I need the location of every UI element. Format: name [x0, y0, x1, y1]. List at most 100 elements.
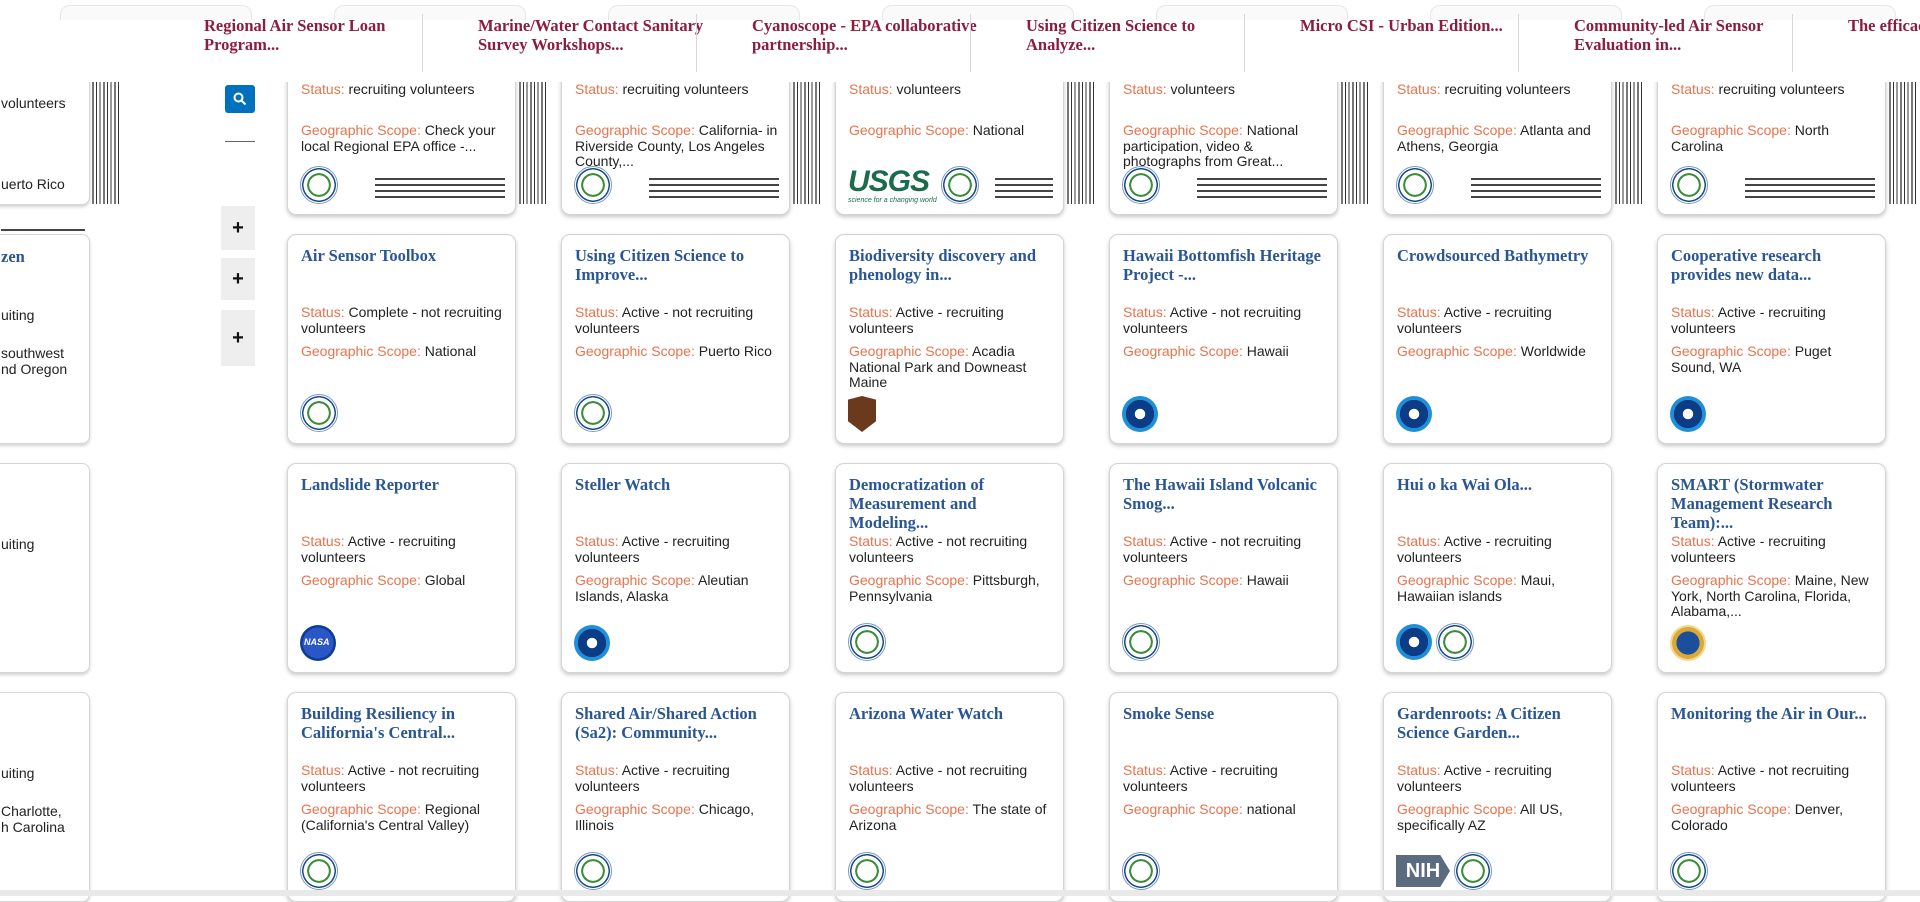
card-title-link[interactable]: Cyanoscope - EPA collaborative partnersh… [752, 16, 982, 54]
logo-stripes [1341, 82, 1369, 204]
project-card[interactable]: Arizona Water Watch Status: Active - not … [835, 692, 1064, 902]
partner-logos [300, 852, 338, 890]
geographic-scope-label: Geographic Scope: [1397, 572, 1521, 588]
card-title[interactable]: zen [1, 247, 25, 267]
geographic-scope-label: Geographic Scope: [1123, 572, 1247, 588]
status-label: Status: [849, 81, 897, 97]
card-title-link[interactable]: Community-led Air Sensor Evaluation in..… [1574, 16, 1804, 54]
card-title-link[interactable]: Landslide Reporter [301, 475, 506, 494]
project-card[interactable]: Monitoring the Air in Our... Status: Acti… [1657, 692, 1886, 902]
geographic-scope-value: Hawaii [1246, 572, 1289, 588]
partner-logos [300, 394, 338, 432]
card-title-link[interactable]: Steller Watch [575, 475, 780, 494]
card-title-link[interactable]: Air Sensor Toolbox [301, 246, 506, 265]
project-card[interactable]: The Hawaii Island Volcanic Smog... Status… [1109, 463, 1338, 673]
status-value: recruiting volunteers [348, 81, 475, 97]
geo-text: uerto Rico [1, 176, 65, 192]
status-label: Status: [301, 533, 348, 549]
geographic-scope-label: Geographic Scope: [849, 122, 973, 138]
card-title-link[interactable]: Marine/Water Contact Sanitary Survey Wor… [478, 16, 708, 54]
project-status: Status: volunteers [849, 81, 1054, 98]
status-label: Status: [1397, 762, 1444, 778]
card[interactable]: zen uiting southwest nd Oregon [0, 234, 90, 444]
card-title-link[interactable]: Smoke Sense [1123, 704, 1328, 723]
geographic-scope: Geographic Scope: Puerto Rico [575, 343, 780, 360]
card-title-link[interactable]: Arizona Water Watch [849, 704, 1054, 723]
status-label: Status: [1123, 304, 1170, 320]
geographic-scope: Geographic Scope: National [301, 343, 506, 360]
expand-filter-button[interactable]: + [221, 206, 255, 250]
card-title-link[interactable]: Hawaii Bottomfish Heritage Project -... [1123, 246, 1328, 284]
status-label: Status: [1671, 533, 1718, 549]
project-card[interactable]: Crowdsourced Bathymetry Status: Active - … [1383, 234, 1612, 444]
status-value: volunteers [896, 81, 962, 97]
project-card[interactable]: Steller Watch Status: Active - recruiting… [561, 463, 790, 673]
logo-stripes [519, 82, 547, 204]
search-button[interactable] [225, 85, 255, 113]
epa-logo-icon [1122, 166, 1160, 204]
card-title-link[interactable]: Building Resiliency in California's Cent… [301, 704, 506, 742]
column-separator [1244, 14, 1245, 72]
column-separator [422, 14, 423, 72]
expand-filter-button[interactable]: + [221, 258, 255, 300]
partner-logos [1670, 625, 1706, 661]
project-card[interactable]: Shared Air/Shared Action (Sa2): Communit… [561, 692, 790, 902]
project-card[interactable]: Cooperative research provides new data..… [1657, 234, 1886, 444]
card-title-link[interactable]: Crowdsourced Bathymetry [1397, 246, 1602, 265]
card-title-link[interactable]: Micro CSI - Urban Edition... [1300, 16, 1530, 35]
geographic-scope-label: Geographic Scope: [1671, 572, 1795, 588]
noaa-logo-icon [1122, 396, 1158, 432]
project-status: Status: Active - not recruiting voluntee… [575, 304, 780, 336]
project-card[interactable]: Landslide Reporter Status: Active - recru… [287, 463, 516, 673]
card[interactable]: uiting Charlotte, h Carolina [0, 692, 90, 902]
card-title-link[interactable]: Monitoring the Air in Our... [1671, 704, 1876, 723]
status-text: volunteers [1, 95, 66, 111]
geographic-scope-value: national [1246, 801, 1296, 817]
geographic-scope: Geographic Scope: national [1123, 801, 1328, 818]
project-card[interactable]: Using Citizen Science to Improve... Statu… [561, 234, 790, 444]
geographic-scope-label: Geographic Scope: [575, 122, 699, 138]
card-title-link[interactable]: Regional Air Sensor Loan Program... [204, 16, 434, 54]
status-text: uiting [1, 307, 35, 323]
project-card[interactable]: Building Resiliency in California's Cent… [287, 692, 516, 902]
column-separator [1792, 14, 1793, 72]
card[interactable]: uiting [0, 463, 90, 673]
card-title-link[interactable]: Shared Air/Shared Action (Sa2): Communit… [575, 704, 780, 742]
card-title-link[interactable]: Hui o ka Wai Ola... [1397, 475, 1602, 494]
card-title-link[interactable]: Gardenroots: A Citizen Science Garden... [1397, 704, 1602, 742]
project-card[interactable]: Biodiversity discovery and phenology in.… [835, 234, 1064, 444]
partner-logos [1670, 852, 1708, 890]
epa-logo-icon [1396, 166, 1434, 204]
project-card[interactable]: Gardenroots: A Citizen Science Garden...… [1383, 692, 1612, 902]
expand-filter-button[interactable]: + [221, 310, 255, 366]
status-label: Status: [301, 81, 349, 97]
plus-icon: + [232, 216, 244, 239]
project-card[interactable]: Air Sensor Toolbox Status: Complete - not… [287, 234, 516, 444]
card-title-link[interactable]: Using Citizen Science to Analyze... [1026, 16, 1256, 54]
card-title-link[interactable]: Democratization of Measurement and Model… [849, 475, 1054, 532]
status-label: Status: [1671, 81, 1719, 97]
card-title-link[interactable]: The Hawaii Island Volcanic Smog... [1123, 475, 1328, 513]
partner-logos [574, 625, 610, 661]
noaa-logo-icon [1670, 396, 1706, 432]
geographic-scope: Geographic Scope: Worldwide [1397, 343, 1602, 360]
project-card[interactable]: Democratization of Measurement and Model… [835, 463, 1064, 673]
card-title-link[interactable]: Biodiversity discovery and phenology in.… [849, 246, 1054, 284]
project-status: Status: Active - not recruiting voluntee… [849, 533, 1054, 565]
project-card[interactable]: Smoke Sense Status: Active - recruiting v… [1109, 692, 1338, 902]
card-title-link[interactable]: The efficacy of science... [1848, 16, 1920, 35]
card-title-link[interactable]: SMART (Stormwater Management Research Te… [1671, 475, 1876, 532]
card-title-link[interactable]: Using Citizen Science to Improve... [575, 246, 780, 284]
project-card[interactable]: Hui o ka Wai Ola... Status: Active - recr… [1383, 463, 1612, 673]
nps-arrowhead-icon [848, 396, 876, 432]
project-status: Status: recruiting volunteers [301, 81, 506, 98]
geographic-scope-label: Geographic Scope: [1123, 343, 1247, 359]
project-status: Status: Active - recruiting volunteers [575, 533, 780, 565]
status-value: volunteers [1170, 81, 1236, 97]
project-card[interactable]: Hawaii Bottomfish Heritage Project -... S… [1109, 234, 1338, 444]
card-title-link[interactable]: Cooperative research provides new data..… [1671, 246, 1876, 284]
project-card[interactable]: SMART (Stormwater Management Research Te… [1657, 463, 1886, 673]
partner-logos: NASA [300, 625, 336, 661]
search-icon [233, 92, 247, 106]
epa-logo-icon [1454, 852, 1492, 890]
